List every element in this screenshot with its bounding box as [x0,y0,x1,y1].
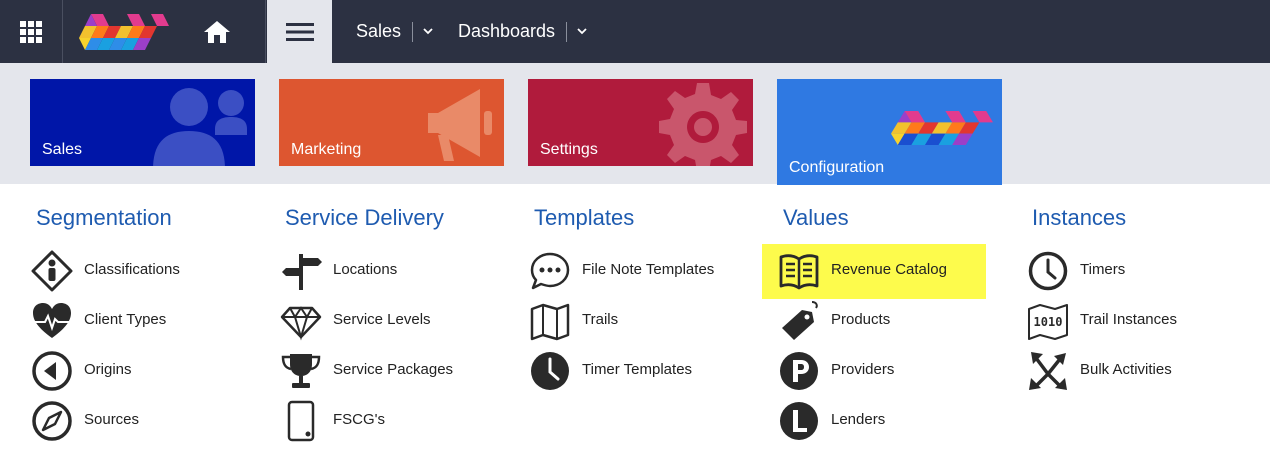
nav-sales-label: Sales [356,21,402,41]
diamond-icon [280,300,322,342]
tile-marketing[interactable]: Marketing [279,79,504,166]
menu-item-revenue-catalog[interactable]: Revenue Catalog [762,244,1018,299]
people-icon [153,88,247,166]
tile-sales-label: Sales [42,141,83,158]
compass-icon [31,400,73,442]
menu-item-timers[interactable]: Timers [1027,245,1267,295]
letter-p-icon [778,350,820,392]
logo-icon [891,111,993,145]
menu-item-trails[interactable]: Trails [529,295,769,345]
tile-sales[interactable]: Sales [30,79,255,166]
arrows-out-icon [1027,350,1069,392]
menu-item-lenders[interactable]: Lenders [778,395,1018,445]
letter-l-icon [778,400,820,442]
clock-outline-icon [1027,250,1069,292]
price-tag-icon [778,300,820,342]
menu-item-products[interactable]: Products [778,295,1018,345]
logo-icon [79,13,169,50]
menu-item-label: Locations [333,261,398,278]
column-values: Values Revenue Catalog Products Provider… [762,204,1018,445]
chat-bubble-icon [529,250,571,292]
menu-item-service-packages[interactable]: Service Packages [280,345,520,395]
menu-item-origins[interactable]: Origins [31,345,271,395]
menu-item-trail-instances[interactable]: 1010 Trail Instances [1027,295,1267,345]
menu-item-label: Lenders [831,411,886,428]
menu-item-classifications[interactable]: Classifications [31,245,271,295]
gear-icon [659,83,747,166]
column-heading: Instances [1032,205,1127,230]
menu-item-label: Classifications [84,261,180,278]
column-heading: Values [783,205,849,230]
menu-item-file-note-templates[interactable]: File Note Templates [529,245,769,295]
menu-item-sources[interactable]: Sources [31,395,271,445]
column-templates: Templates File Note Templates Trails Tim… [529,204,769,395]
menu-item-label: Revenue Catalog [831,261,947,278]
trophy-icon [280,350,322,392]
menu-item-label: Trail Instances [1080,311,1177,328]
brand-logo[interactable] [63,0,185,63]
home-icon [204,20,230,43]
menu-item-timer-templates[interactable]: Timer Templates [529,345,769,395]
menu-item-label: Timers [1080,261,1126,278]
tile-settings[interactable]: Settings [528,79,753,166]
site-map-menu-button[interactable] [267,0,332,63]
column-segmentation: Segmentation Classifications Client Type… [31,204,271,445]
clock-icon [529,350,571,392]
menu-item-client-types[interactable]: Client Types [31,295,271,345]
menu-item-label: Bulk Activities [1080,361,1172,378]
waffle-icon [20,20,42,43]
column-instances: Instances Timers 1010 Trail Instances Bu… [1027,204,1267,395]
hamburger-icon [285,22,314,41]
app-launcher-button[interactable] [0,0,63,63]
menu-item-label: Sources [84,411,140,428]
map-icon [529,300,571,342]
menu-item-label: Timer Templates [582,361,693,378]
menu-item-fscgs[interactable]: FSCG's [280,395,520,445]
menu-item-label: Providers [831,361,895,378]
chevron-down-icon[interactable] [423,28,433,35]
heart-pulse-icon [31,300,73,342]
home-button[interactable] [185,0,249,63]
divider [412,21,414,42]
megaphone-icon [428,89,492,161]
menu-item-label: Trails [582,311,619,328]
tile-marketing-label: Marketing [291,141,362,158]
column-heading: Templates [534,205,635,230]
origin-icon [31,350,73,392]
column-service-delivery: Service Delivery Locations Service Level… [280,204,520,445]
menu-item-label: Service Levels [333,311,431,328]
tile-configuration[interactable]: Configuration [777,79,1002,185]
signpost-icon [280,250,322,292]
column-heading: Segmentation [36,205,172,230]
menu-item-providers[interactable]: Providers [778,345,1018,395]
menu-item-label: Client Types [84,311,167,328]
tile-settings-label: Settings [540,141,598,158]
menu-item-service-levels[interactable]: Service Levels [280,295,520,345]
menu-item-label: Products [831,311,891,328]
svg-text:1010: 1010 [1034,315,1063,329]
menu-item-label: Origins [84,361,132,378]
nav-dashboards-label: Dashboards [458,21,556,41]
classification-icon [31,250,73,292]
nav-dashboards[interactable]: Dashboards [458,0,587,63]
menu-item-bulk-activities[interactable]: Bulk Activities [1027,345,1267,395]
catalog-book-icon [778,250,820,292]
tablet-icon [280,400,322,442]
top-nav-bar: Sales Dashboards [0,0,1270,63]
chevron-down-icon[interactable] [577,28,587,35]
nav-sales[interactable]: Sales [356,0,433,63]
tile-configuration-label: Configuration [789,159,885,176]
column-heading: Service Delivery [285,205,444,230]
menu-item-label: Service Packages [333,361,454,378]
menu-item-label: File Note Templates [582,261,715,278]
divider [265,0,266,63]
divider [566,21,568,42]
binary-map-icon: 1010 [1027,300,1069,342]
menu-item-label: FSCG's [333,411,386,428]
menu-item-locations[interactable]: Locations [280,245,520,295]
